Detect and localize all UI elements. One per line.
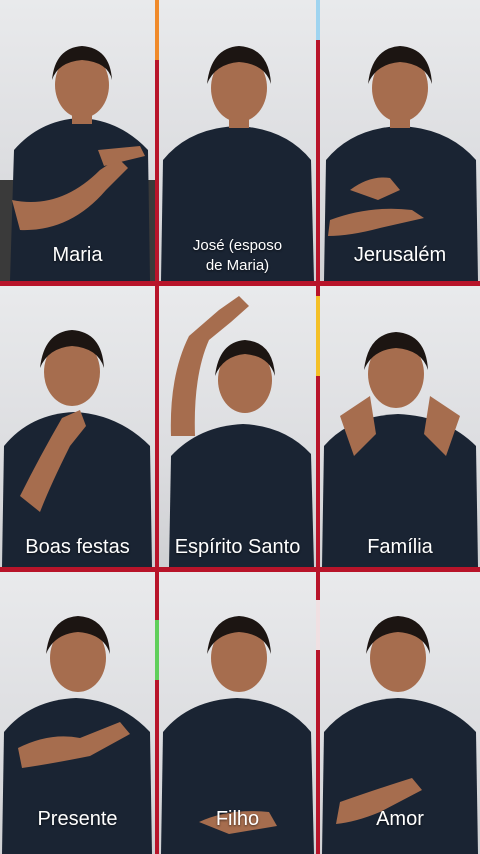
video-tile-espirito-santo[interactable]: Espírito Santo: [159, 286, 316, 567]
signer-image: [324, 46, 478, 281]
divider-strip: [155, 620, 159, 680]
signer-image: [2, 616, 152, 854]
signer-image: [2, 330, 152, 567]
signer-image: [169, 296, 314, 567]
sign-grid: Maria José (esposo de Maria) Jerusalém B…: [0, 0, 480, 854]
divider-strip: [316, 600, 320, 650]
divider-strip: [316, 0, 320, 40]
signer-image: [0, 46, 155, 281]
video-tile-jerusalem[interactable]: Jerusalém: [320, 0, 480, 281]
signer-image: [322, 616, 478, 854]
signer-image: [161, 616, 314, 854]
divider-strip: [316, 296, 320, 376]
video-tile-maria[interactable]: Maria: [0, 0, 155, 281]
video-tile-jose[interactable]: José (esposo de Maria): [159, 0, 316, 281]
signer-image: [322, 332, 478, 567]
video-tile-presente[interactable]: Presente: [0, 572, 155, 854]
divider-strip: [155, 0, 159, 60]
video-tile-boas-festas[interactable]: Boas festas: [0, 286, 155, 567]
video-tile-filho[interactable]: Filho: [159, 572, 316, 854]
video-tile-familia[interactable]: Família: [320, 286, 480, 567]
video-tile-amor[interactable]: Amor: [320, 572, 480, 854]
signer-image: [161, 46, 314, 281]
